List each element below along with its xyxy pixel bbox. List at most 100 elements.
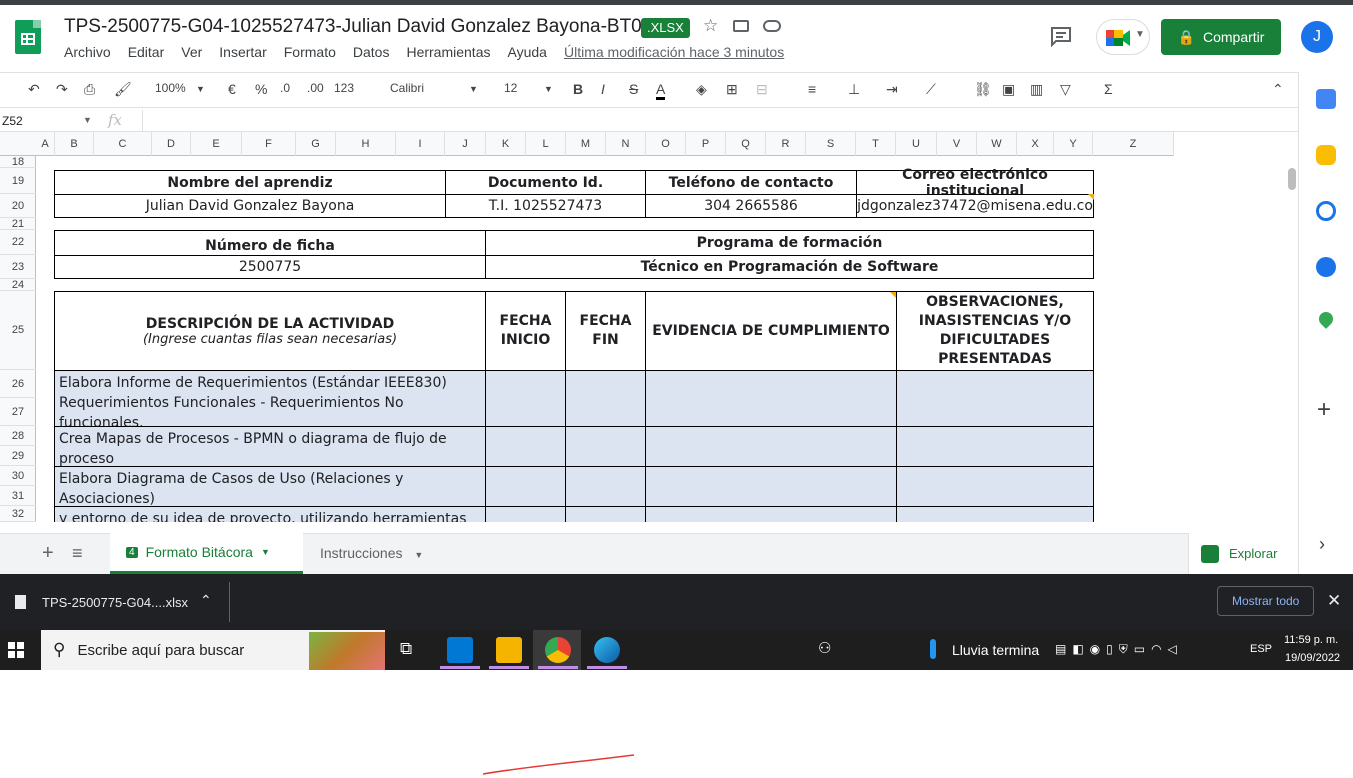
windows-start-icon[interactable] — [8, 642, 24, 658]
bold-button[interactable]: B — [573, 81, 583, 97]
system-tray-icons[interactable]: ▤◧◉▯⛨▭◠◁ — [1055, 642, 1183, 657]
move-folder-icon[interactable] — [733, 20, 749, 32]
text-color-button[interactable]: A — [656, 81, 666, 100]
clock-time[interactable]: 11:59 p. m. — [1284, 634, 1338, 646]
value-cell-documento[interactable]: T.I. 1025527473 — [445, 194, 646, 218]
row-header-21[interactable]: 21 — [0, 218, 36, 230]
functions-icon[interactable]: Σ — [1104, 81, 1113, 97]
menu-editar[interactable]: Editar — [128, 44, 165, 60]
header-cell-telefono[interactable]: Teléfono de contacto — [645, 170, 857, 195]
column-header-s[interactable]: S — [806, 132, 856, 156]
row-header-32[interactable]: 32 — [0, 506, 36, 522]
language-indicator[interactable]: ESP — [1250, 643, 1272, 655]
strikethrough-button[interactable]: S — [629, 81, 638, 97]
tab-formato-bitacora[interactable]: 4 Formato Bitácora ▼ — [110, 533, 303, 574]
row-header-29[interactable]: 29 — [0, 446, 36, 466]
chrome-icon[interactable] — [545, 637, 571, 663]
column-header-t[interactable]: T — [856, 132, 896, 156]
header-cell-ficha[interactable]: Número de ficha — [54, 230, 486, 256]
column-header-b[interactable]: B — [55, 132, 94, 156]
keep-icon[interactable] — [1316, 145, 1336, 165]
header-cell-fecha-inicio[interactable]: FECHA INICIO — [485, 291, 566, 371]
explore-button[interactable]: Explorar — [1188, 533, 1298, 574]
tab-instrucciones[interactable]: Instrucciones ▼ — [320, 545, 423, 561]
column-header-g[interactable]: G — [296, 132, 336, 156]
all-sheets-icon[interactable]: ≡ — [72, 543, 83, 564]
tasks-icon[interactable] — [1316, 201, 1336, 221]
last-modified-link[interactable]: Última modificación hace 3 minutos — [564, 44, 784, 60]
clock-date[interactable]: 19/09/2022 — [1285, 652, 1340, 664]
align-left-icon[interactable]: ≡ — [808, 81, 816, 97]
value-cell-telefono[interactable]: 304 2665586 — [645, 194, 857, 218]
menu-ayuda[interactable]: Ayuda — [507, 44, 546, 60]
activity-fecha-inicio-1[interactable] — [485, 370, 566, 427]
people-icon[interactable]: ⚇ — [818, 639, 831, 657]
insert-comment-icon[interactable]: ▣ — [1002, 81, 1015, 98]
menu-ver[interactable]: Ver — [181, 44, 202, 60]
row-header-27[interactable]: 27 — [0, 398, 36, 426]
header-cell-evidencia[interactable]: EVIDENCIA DE CUMPLIMIENTO — [645, 291, 897, 371]
value-cell-correo[interactable]: jdgonzalez37472@misena.edu.co — [856, 194, 1094, 218]
menu-datos[interactable]: Datos — [353, 44, 390, 60]
increase-decimals-button[interactable]: .00 — [307, 81, 324, 95]
menu-archivo[interactable]: Archivo — [64, 44, 111, 60]
value-cell-nombre[interactable]: Julian David Gonzalez Bayona — [54, 194, 446, 218]
activity-cell-2[interactable]: Crea Mapas de Procesos - BPMN o diagrama… — [54, 426, 486, 467]
activity-observaciones-3[interactable] — [896, 466, 1094, 507]
column-header-w[interactable]: W — [977, 132, 1017, 156]
insert-chart-icon[interactable]: ▥ — [1030, 81, 1043, 98]
vertical-align-icon[interactable]: ⊥ — [848, 81, 860, 98]
weather-text[interactable]: Lluvia termina — [952, 642, 1039, 658]
column-header-o[interactable]: O — [646, 132, 686, 156]
activity-cell-4[interactable]: y entorno de su idea de proyecto, utiliz… — [54, 506, 486, 522]
currency-format-button[interactable]: € — [228, 81, 236, 97]
column-header-i[interactable]: I — [396, 132, 445, 156]
column-header-r[interactable]: R — [766, 132, 806, 156]
row-header-28[interactable]: 28 — [0, 426, 36, 446]
activity-evidencia-1[interactable] — [645, 370, 897, 427]
sheets-logo-icon[interactable] — [15, 20, 41, 54]
percent-format-button[interactable]: % — [255, 81, 267, 97]
text-rotate-icon[interactable]: ⟋ — [926, 81, 936, 98]
header-cell-correo[interactable]: Correo electrónico institucional — [856, 167, 1094, 199]
task-view-icon[interactable]: ⧉ — [400, 639, 412, 659]
header-cell-nombre[interactable]: Nombre del aprendiz — [54, 170, 446, 195]
activity-observaciones-2[interactable] — [896, 426, 1094, 467]
close-icon[interactable]: ✕ — [1327, 591, 1341, 611]
share-button[interactable]: 🔒 Compartir — [1161, 19, 1281, 55]
column-header-f[interactable]: F — [242, 132, 296, 156]
activity-fecha-fin-3[interactable] — [565, 466, 646, 507]
file-explorer-icon[interactable] — [496, 637, 522, 663]
activity-evidencia-4[interactable] — [645, 506, 897, 522]
row-header-23[interactable]: 23 — [0, 255, 36, 279]
comments-icon[interactable] — [1049, 24, 1073, 48]
collapse-toolbar-icon[interactable]: ⌃ — [1272, 81, 1284, 98]
activity-fecha-inicio-4[interactable] — [485, 506, 566, 522]
activity-evidencia-3[interactable] — [645, 466, 897, 507]
header-cell-programa[interactable]: Programa de formación — [485, 230, 1094, 256]
add-sheet-icon[interactable]: + — [42, 542, 54, 565]
decrease-decimals-button[interactable]: .0 — [280, 81, 290, 95]
row-header-19[interactable]: 19 — [0, 168, 36, 194]
column-header-n[interactable]: N — [606, 132, 646, 156]
weather-icon[interactable] — [930, 639, 936, 659]
comment-marker[interactable] — [890, 292, 896, 298]
show-all-button[interactable]: Mostrar todo — [1217, 586, 1315, 616]
print-icon[interactable]: ⎙ — [84, 81, 95, 98]
contacts-icon[interactable] — [1316, 257, 1336, 277]
undo-icon[interactable]: ↶ — [28, 81, 40, 98]
row-header-24[interactable]: 24 — [0, 279, 36, 291]
taskbar-search[interactable]: ⚲ Escribe aquí para buscar — [41, 630, 385, 670]
filter-icon[interactable]: ▽ — [1060, 81, 1071, 98]
activity-fecha-inicio-3[interactable] — [485, 466, 566, 507]
header-cell-fecha-fin[interactable]: FECHA FIN — [565, 291, 646, 371]
vertical-scrollbar[interactable] — [1285, 156, 1298, 522]
row-header-25[interactable]: 25 — [0, 291, 36, 370]
activity-cell-1[interactable]: Elabora Informe de Requerimientos (Están… — [54, 370, 486, 431]
column-header-y[interactable]: Y — [1054, 132, 1093, 156]
menu-insertar[interactable]: Insertar — [219, 44, 266, 60]
chevron-up-icon[interactable]: ⌃ — [200, 592, 212, 609]
sheet-grid[interactable]: Nombre del aprendiz Documento Id. Teléfo… — [36, 156, 1174, 522]
row-header-31[interactable]: 31 — [0, 486, 36, 506]
insert-link-icon[interactable]: ⛓ — [974, 81, 992, 98]
